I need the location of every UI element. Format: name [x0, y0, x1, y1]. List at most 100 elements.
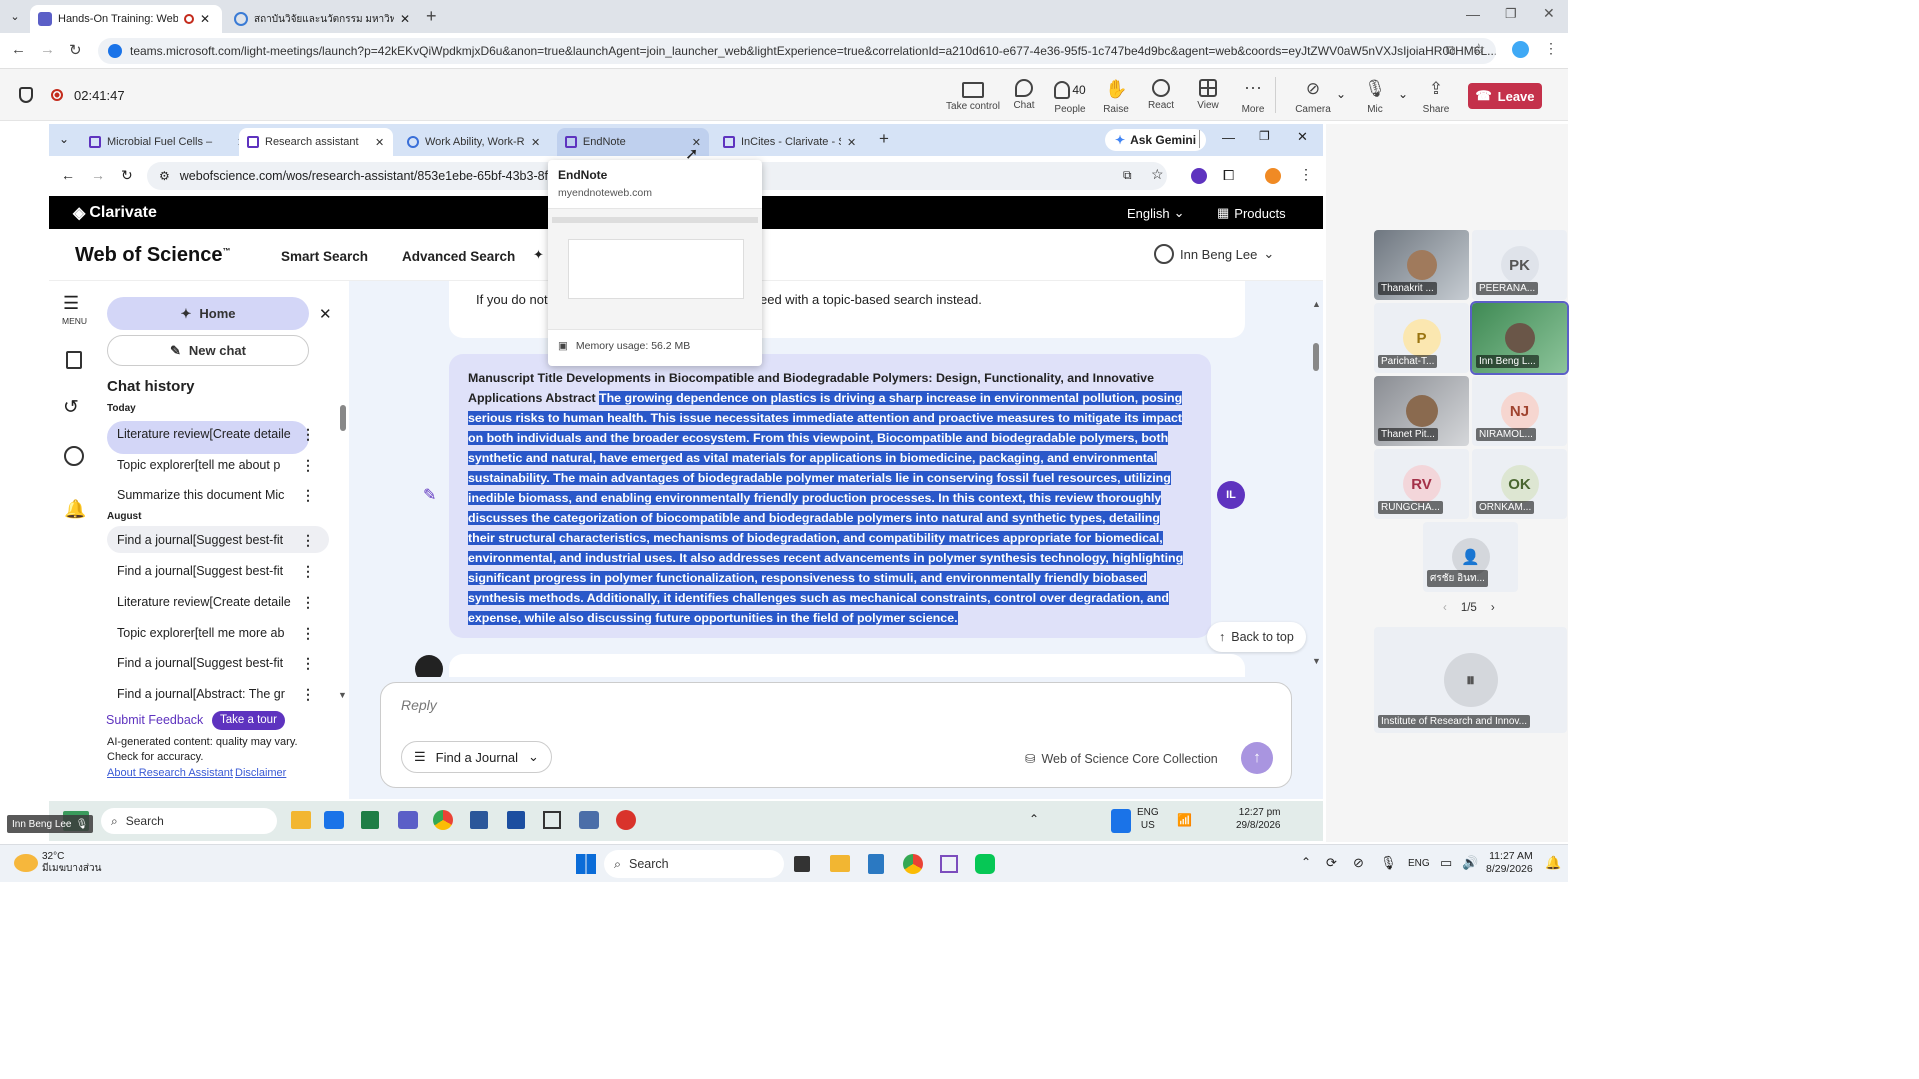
profile-avatar-icon[interactable]: [1265, 168, 1281, 184]
acrobat-icon[interactable]: [616, 810, 636, 830]
back-to-top-button[interactable]: ↑ Back to top: [1207, 622, 1306, 652]
extension-icon[interactable]: [1191, 168, 1207, 184]
language-indicator[interactable]: ENG: [1408, 858, 1430, 869]
user-menu[interactable]: Inn Beng Lee ⌄: [1154, 244, 1274, 264]
nav-smart-search[interactable]: Smart Search: [281, 249, 368, 264]
participant-tile[interactable]: RV RUNGCHA...: [1374, 449, 1469, 519]
pdf-app-icon[interactable]: [507, 811, 525, 829]
close-panel-icon[interactable]: ✕: [319, 305, 332, 323]
outlook-icon[interactable]: [324, 811, 344, 829]
home-button[interactable]: ✦ Home: [107, 297, 309, 330]
notepad-icon[interactable]: [868, 854, 884, 874]
inner-tab-research-assistant[interactable]: Research assistant ✕: [239, 128, 393, 156]
saved-icon[interactable]: [66, 351, 82, 369]
about-link[interactable]: About Research Assistant: [107, 767, 233, 779]
more-vert-icon[interactable]: ⋮: [301, 532, 315, 549]
camera-options-chevron-icon[interactable]: ⌄: [1336, 87, 1346, 101]
restore-icon[interactable]: ❐: [1505, 6, 1517, 22]
close-window-icon[interactable]: ✕: [1297, 129, 1308, 145]
participant-tile[interactable]: Inn Beng L...: [1470, 301, 1569, 375]
list-item[interactable]: Find a journal[Suggest best-fit ⋮: [107, 557, 329, 584]
collection-label[interactable]: ⛁ Web of Science Core Collection: [1025, 751, 1218, 767]
browser-menu-icon[interactable]: ⋮: [1544, 40, 1558, 57]
reload-icon[interactable]: ↻: [69, 41, 82, 59]
language-indicator[interactable]: ENG US: [1137, 806, 1159, 832]
task-view-icon[interactable]: [794, 856, 810, 872]
chrome-icon[interactable]: [903, 854, 923, 874]
participant-tile[interactable]: P Parichat-T...: [1374, 303, 1469, 373]
list-item[interactable]: Topic explorer[tell me about p ⋮: [107, 451, 329, 478]
profile-icon[interactable]: [64, 446, 84, 466]
weather-icon[interactable]: [14, 854, 38, 872]
windows-search-box[interactable]: ⌕ Search: [604, 850, 784, 878]
participant-tile[interactable]: Thanet Pit...: [1374, 376, 1469, 446]
outer-tab-teams[interactable]: Hands-On Training: Web of ✕: [30, 5, 222, 33]
new-tab-icon[interactable]: +: [426, 6, 437, 27]
sync-icon[interactable]: ⟳: [1326, 855, 1337, 871]
chevron-right-icon[interactable]: ›: [1491, 602, 1495, 614]
menu-icon[interactable]: ☰: [63, 293, 79, 314]
disclaimer-link[interactable]: Disclaimer: [235, 767, 286, 779]
mode-select[interactable]: ☰ Find a Journal ⌄: [401, 741, 552, 773]
snipping-icon[interactable]: [543, 811, 561, 829]
list-item[interactable]: Find a journal[Suggest best-fit ⋮: [107, 526, 329, 553]
windows-start-icon[interactable]: [576, 854, 596, 874]
clock[interactable]: 12:27 pm 29/8/2026: [1236, 806, 1281, 832]
snipping-icon[interactable]: [940, 855, 958, 873]
line-app-icon[interactable]: [975, 854, 995, 874]
outer-tab-institute[interactable]: สถาบันวิจัยและนวัตกรรม มหาวิทยาลั ✕: [226, 5, 418, 33]
submit-feedback-link[interactable]: Submit Feedback: [106, 713, 203, 727]
more-vert-icon[interactable]: ⋮: [301, 426, 315, 443]
app-icon[interactable]: [579, 811, 599, 829]
reply-input[interactable]: Reply: [401, 697, 437, 713]
clock[interactable]: 11:27 AM 8/29/2026: [1486, 850, 1533, 876]
chrome-icon[interactable]: [433, 810, 453, 830]
close-icon[interactable]: ✕: [400, 12, 410, 26]
taskbar-search-box[interactable]: ⌕ Search: [101, 808, 277, 834]
bookmark-star-icon[interactable]: ☆: [1472, 40, 1485, 58]
inner-tab-microbial[interactable]: Microbial Fuel Cells – ✕: [81, 128, 259, 156]
browser-menu-icon[interactable]: ⋮: [1299, 166, 1313, 183]
scroll-down-arrow-icon[interactable]: ▼: [1312, 656, 1321, 666]
list-item[interactable]: Literature review[Create detaile ⋮: [107, 420, 329, 447]
puzzle-icon[interactable]: ⧠: [1223, 167, 1234, 184]
presenter-tile[interactable]: ⏸ Institute of Research and Innov...: [1374, 627, 1567, 733]
history-icon[interactable]: ↺: [63, 396, 79, 419]
more-vert-icon[interactable]: ⋮: [301, 625, 315, 642]
inner-tab-incites[interactable]: InCites - Clarivate - Si ✕: [715, 128, 865, 156]
scroll-up-arrow-icon[interactable]: ▲: [1312, 299, 1321, 309]
restore-icon[interactable]: ❐: [1259, 129, 1270, 143]
file-explorer-icon[interactable]: [830, 855, 850, 872]
forward-icon[interactable]: →: [40, 41, 55, 58]
list-item[interactable]: Summarize this document Mic ⋮: [107, 481, 329, 508]
camera-button[interactable]: ⊘ Camera: [1285, 79, 1341, 115]
back-icon[interactable]: ←: [11, 41, 26, 58]
file-explorer-icon[interactable]: [291, 811, 311, 829]
close-icon[interactable]: ✕: [847, 136, 856, 149]
more-vert-icon[interactable]: ⋮: [301, 457, 315, 474]
more-vert-icon[interactable]: ⋮: [301, 686, 315, 703]
participant-tile[interactable]: NJ NIRAMOL...: [1472, 376, 1567, 446]
list-item[interactable]: Find a journal[Abstract: The gr ⋮: [107, 680, 329, 707]
take-control-button[interactable]: Take control: [945, 79, 1001, 112]
chevron-left-icon[interactable]: ‹: [1443, 602, 1447, 614]
wifi-icon[interactable]: 📶: [1177, 813, 1192, 827]
translate-icon[interactable]: ⧉: [1446, 42, 1455, 58]
bookmark-star-icon[interactable]: ☆: [1151, 166, 1164, 183]
address-bar[interactable]: teams.microsoft.com/light-meetings/launc…: [98, 38, 1496, 64]
close-icon[interactable]: ✕: [531, 136, 540, 149]
display-icon[interactable]: ▭: [1440, 855, 1452, 871]
wos-logo[interactable]: Web of Science™: [75, 244, 230, 267]
chevron-up-icon[interactable]: ⌃: [1301, 855, 1311, 869]
weather-widget[interactable]: 32°C มีเมฆบางส่วน: [42, 851, 101, 875]
participant-tile[interactable]: OK ORNKAM...: [1472, 449, 1567, 519]
send-button[interactable]: ↑: [1241, 742, 1273, 774]
leave-button[interactable]: ☎ Leave: [1468, 83, 1542, 109]
scroll-down-arrow-icon[interactable]: ▼: [338, 690, 347, 700]
clarivate-logo[interactable]: ◈ Clarivate: [73, 203, 157, 223]
volume-icon[interactable]: 🔊: [1462, 855, 1478, 871]
teams-icon[interactable]: [398, 811, 418, 829]
close-icon[interactable]: ✕: [375, 136, 384, 149]
more-vert-icon[interactable]: ⋮: [301, 563, 315, 580]
translate-icon[interactable]: ⧉: [1123, 168, 1132, 183]
